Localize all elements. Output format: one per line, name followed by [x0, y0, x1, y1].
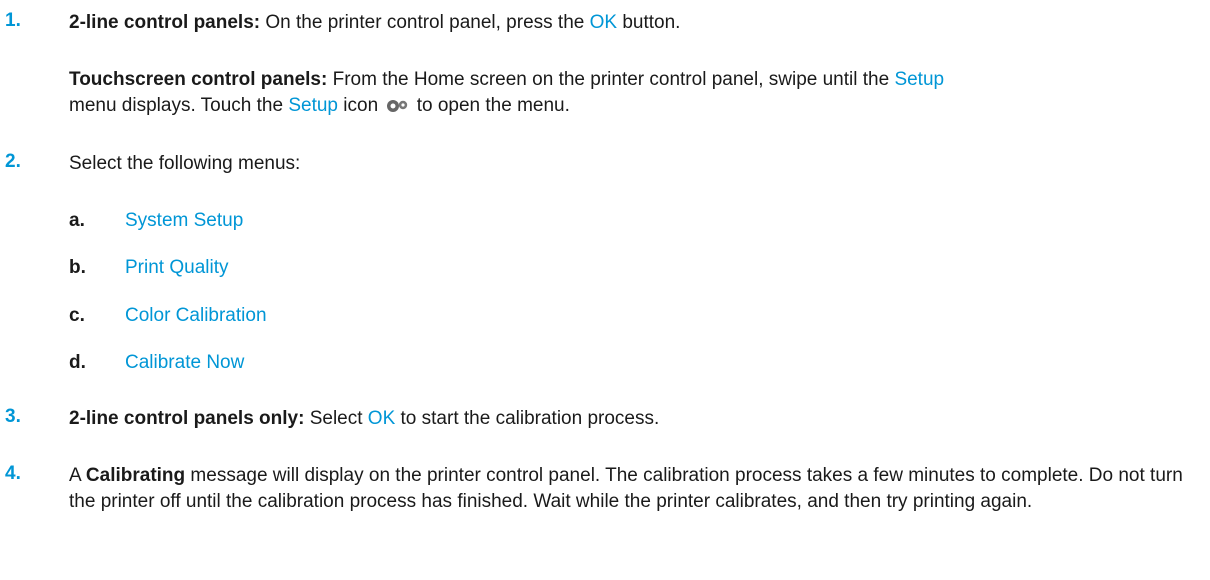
step-4-text-after: message will display on the printer cont…: [69, 465, 1183, 512]
item-letter: b.: [69, 257, 86, 278]
touch-text-2: menu displays. Touch the: [69, 95, 289, 116]
item-letter: a.: [69, 210, 85, 231]
ok-link[interactable]: OK: [590, 12, 617, 33]
step-1-text: 2-line control panels: On the printer co…: [69, 10, 1190, 36]
step-1-touchscreen: Touchscreen control panels: From the Hom…: [69, 67, 1200, 119]
step-3-text-before: Select: [304, 408, 368, 429]
touch-text-4: to open the menu.: [411, 95, 570, 116]
touchscreen-label: Touchscreen control panels:: [69, 69, 328, 90]
step-1-number: 1.: [5, 10, 21, 31]
print-quality-link[interactable]: Print Quality: [125, 257, 228, 279]
item-letter: c.: [69, 305, 85, 326]
step-2-text: Select the following menus:: [69, 153, 301, 174]
step-3-text: 2-line control panels only: Select OK to…: [69, 406, 1190, 432]
step-1-text-before: On the printer control panel, press the: [260, 12, 590, 33]
system-setup-link[interactable]: System Setup: [125, 210, 243, 232]
step-1-text-after: button.: [617, 12, 681, 33]
setup-link[interactable]: Setup: [894, 69, 944, 90]
setup-gear-icon: [387, 99, 408, 112]
step-3-number: 3.: [5, 406, 21, 427]
step-3-label: 2-line control panels only:: [69, 408, 305, 429]
step-4-number: 4.: [5, 463, 21, 484]
step-2-number: 2.: [5, 151, 21, 172]
ok-link-2[interactable]: OK: [368, 408, 395, 429]
touch-text-3: icon: [338, 95, 384, 116]
touch-text-1: From the Home screen on the printer cont…: [327, 69, 895, 90]
step-1-label: 2-line control panels:: [69, 12, 261, 33]
step-3-text-after: to start the calibration process.: [395, 408, 660, 429]
calibrating-label: Calibrating: [85, 465, 186, 486]
color-calibration-link[interactable]: Color Calibration: [125, 305, 267, 327]
step-4-text-before: A: [69, 465, 86, 486]
calibrate-now-link[interactable]: Calibrate Now: [125, 352, 244, 374]
setup-link-2[interactable]: Setup: [288, 95, 338, 116]
step-4-text: A Calibrating message will display on th…: [69, 463, 1190, 515]
item-letter: d.: [69, 352, 86, 373]
